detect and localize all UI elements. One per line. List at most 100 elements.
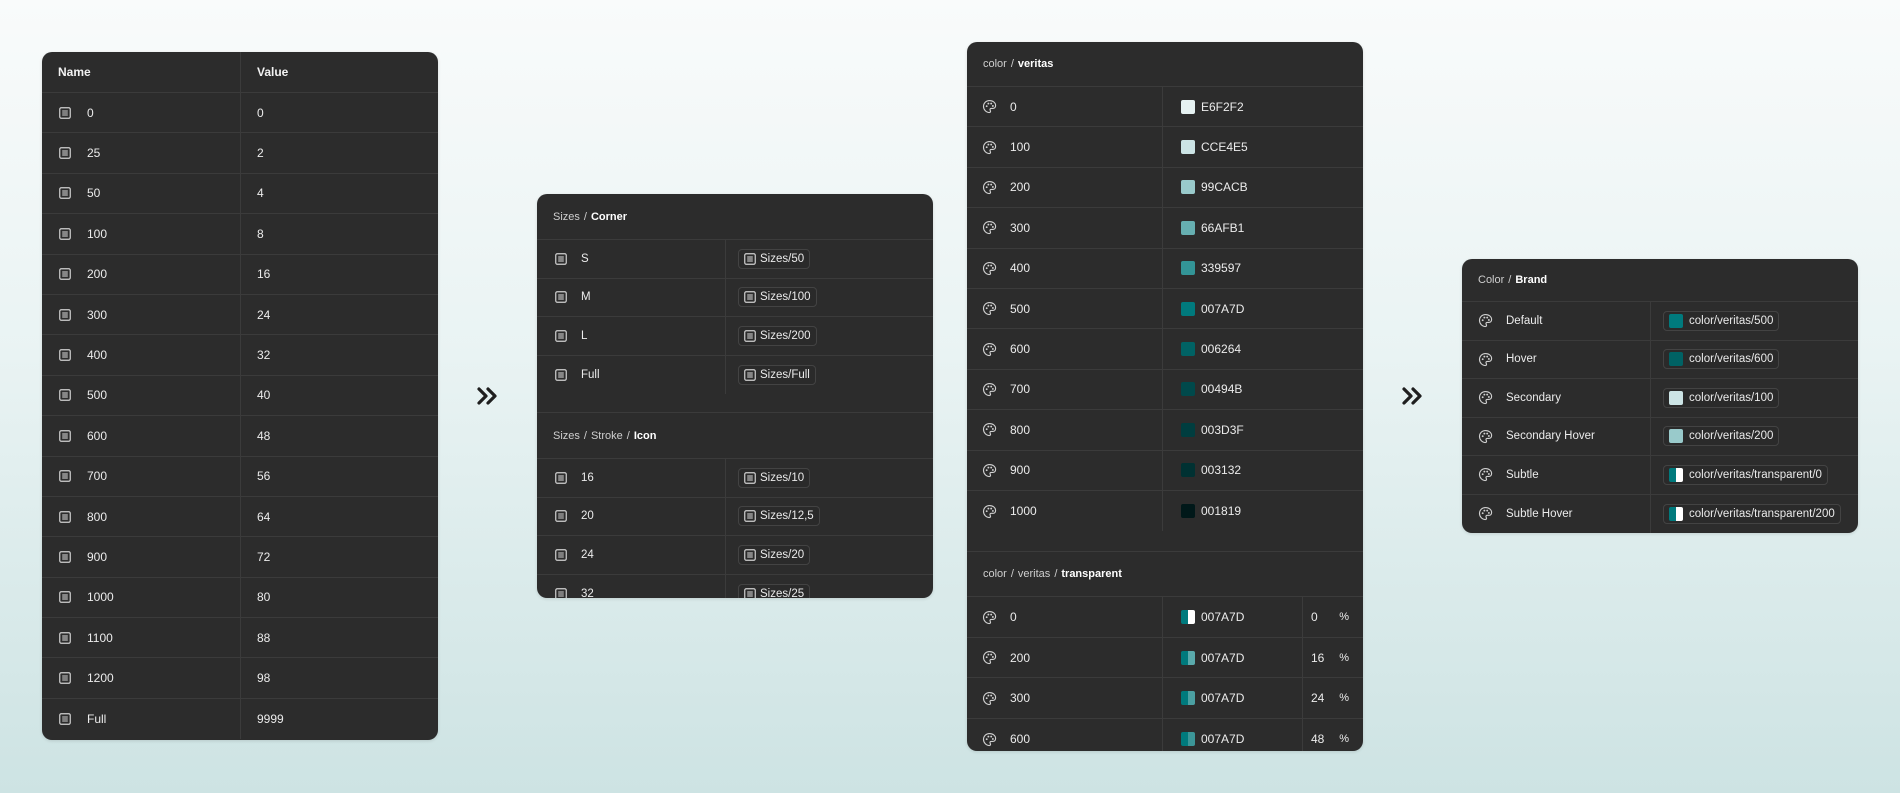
semantic-size-row[interactable]: L Sizes/200 bbox=[537, 317, 933, 356]
value-cell[interactable]: color/veritas/200 bbox=[1651, 418, 1780, 456]
value-cell[interactable]: color/veritas/500 bbox=[1651, 302, 1780, 340]
color-swatch[interactable] bbox=[1181, 504, 1195, 519]
color-variable-row[interactable]: 600 006264 bbox=[967, 329, 1363, 370]
value-cell[interactable]: Sizes/25 bbox=[726, 575, 811, 598]
value-cell[interactable]: 88 bbox=[241, 618, 270, 657]
value-cell[interactable]: 32 bbox=[241, 335, 270, 374]
color-swatch[interactable] bbox=[1669, 506, 1683, 521]
opacity-field[interactable]: 0% bbox=[1302, 597, 1363, 637]
value-cell[interactable]: 64 bbox=[241, 497, 270, 536]
opacity-field[interactable]: 24% bbox=[1302, 678, 1363, 718]
size-variable-row[interactable]: 1100 88 bbox=[42, 618, 438, 659]
value-cell[interactable]: color/veritas/100 bbox=[1651, 379, 1780, 417]
size-variable-row[interactable]: 1200 98 bbox=[42, 658, 438, 699]
alias-chip[interactable]: color/veritas/500 bbox=[1663, 310, 1780, 331]
value-cell[interactable]: 007A7D bbox=[1163, 678, 1302, 718]
value-cell[interactable]: color/veritas/transparent/200 bbox=[1651, 495, 1841, 534]
value-cell[interactable]: Sizes/12,5 bbox=[726, 498, 820, 536]
color-swatch[interactable] bbox=[1181, 422, 1195, 437]
color-swatch[interactable] bbox=[1181, 261, 1195, 276]
color-swatch[interactable] bbox=[1181, 220, 1195, 235]
semantic-size-row[interactable]: Full Sizes/Full bbox=[537, 355, 933, 395]
value-cell[interactable]: Sizes/10 bbox=[726, 459, 811, 497]
semantic-size-row[interactable]: 20 Sizes/12,5 bbox=[537, 497, 933, 536]
value-cell[interactable]: 2 bbox=[241, 133, 264, 172]
color-swatch[interactable] bbox=[1181, 99, 1195, 114]
alias-chip[interactable]: Sizes/12,5 bbox=[738, 506, 820, 527]
alias-chip[interactable]: Sizes/200 bbox=[738, 325, 817, 346]
size-variable-row[interactable]: 800 64 bbox=[42, 496, 438, 538]
alias-chip[interactable]: Sizes/Full bbox=[738, 364, 816, 385]
color-swatch[interactable] bbox=[1669, 390, 1683, 405]
value-cell[interactable]: Sizes/20 bbox=[726, 536, 811, 574]
size-variable-row[interactable]: 100 8 bbox=[42, 214, 438, 255]
color-swatch[interactable] bbox=[1669, 313, 1683, 328]
size-variable-row[interactable]: 600 48 bbox=[42, 416, 438, 457]
color-variable-row[interactable]: 1000 001819 bbox=[967, 490, 1363, 532]
value-cell[interactable]: color/veritas/transparent/0 bbox=[1651, 456, 1828, 494]
value-cell[interactable]: 001819 bbox=[1163, 491, 1241, 531]
transparent-color-row[interactable]: 300 007A7D 24% bbox=[967, 678, 1363, 719]
brand-color-row[interactable]: Subtle Hover color/veritas/transparent/20… bbox=[1462, 494, 1858, 534]
semantic-size-row[interactable]: 16 Sizes/10 bbox=[537, 459, 933, 498]
value-cell[interactable]: 72 bbox=[241, 537, 270, 576]
color-variable-row[interactable]: 0 E6F2F2 bbox=[967, 87, 1363, 128]
transparent-color-row[interactable]: 200 007A7D 16% bbox=[967, 637, 1363, 679]
value-cell[interactable]: E6F2F2 bbox=[1163, 87, 1244, 126]
color-variable-row[interactable]: 400 339597 bbox=[967, 248, 1363, 289]
color-variable-row[interactable]: 500 007A7D bbox=[967, 288, 1363, 330]
brand-color-row[interactable]: Secondary Hover color/veritas/200 bbox=[1462, 417, 1858, 456]
size-variable-row[interactable]: 200 16 bbox=[42, 254, 438, 295]
alias-chip[interactable]: Sizes/25 bbox=[738, 583, 811, 598]
color-swatch[interactable] bbox=[1181, 732, 1195, 747]
alias-chip[interactable]: Sizes/10 bbox=[738, 467, 811, 488]
color-swatch[interactable] bbox=[1669, 352, 1683, 367]
size-variable-row[interactable]: 700 56 bbox=[42, 456, 438, 497]
brand-color-row[interactable]: Default color/veritas/500 bbox=[1462, 302, 1858, 341]
alias-chip[interactable]: color/veritas/200 bbox=[1663, 426, 1780, 447]
value-cell[interactable]: 003D3F bbox=[1163, 410, 1244, 449]
value-cell[interactable]: 007A7D bbox=[1163, 597, 1302, 637]
color-swatch[interactable] bbox=[1181, 463, 1195, 478]
alias-chip[interactable]: color/veritas/600 bbox=[1663, 349, 1780, 370]
size-variable-row[interactable]: Full 9999 bbox=[42, 698, 438, 740]
value-cell[interactable]: Sizes/50 bbox=[726, 240, 811, 278]
color-variable-row[interactable]: 800 003D3F bbox=[967, 410, 1363, 451]
transparent-color-row[interactable]: 0 007A7D 0% bbox=[967, 597, 1363, 638]
value-cell[interactable]: Sizes/Full bbox=[726, 356, 816, 395]
color-swatch[interactable] bbox=[1181, 140, 1195, 155]
value-cell[interactable]: CCE4E5 bbox=[1163, 127, 1248, 166]
value-cell[interactable]: 00494B bbox=[1163, 370, 1242, 409]
size-variable-row[interactable]: 500 40 bbox=[42, 375, 438, 417]
size-variable-row[interactable]: 400 32 bbox=[42, 335, 438, 376]
color-swatch[interactable] bbox=[1181, 382, 1195, 397]
semantic-size-row[interactable]: 24 Sizes/20 bbox=[537, 536, 933, 575]
value-cell[interactable]: 56 bbox=[241, 457, 270, 496]
value-cell[interactable]: 4 bbox=[241, 174, 264, 213]
size-variable-row[interactable]: 900 72 bbox=[42, 537, 438, 578]
color-swatch[interactable] bbox=[1669, 467, 1683, 482]
value-cell[interactable]: 007A7D bbox=[1163, 289, 1244, 328]
color-swatch[interactable] bbox=[1181, 691, 1195, 706]
color-swatch[interactable] bbox=[1181, 610, 1195, 625]
color-swatch[interactable] bbox=[1181, 342, 1195, 357]
opacity-field[interactable]: 48% bbox=[1302, 718, 1363, 751]
alias-chip[interactable]: color/veritas/transparent/0 bbox=[1663, 464, 1828, 485]
value-cell[interactable]: 339597 bbox=[1163, 249, 1241, 288]
opacity-field[interactable]: 16% bbox=[1302, 637, 1363, 678]
size-variable-row[interactable]: 300 24 bbox=[42, 294, 438, 336]
color-variable-row[interactable]: 900 003132 bbox=[967, 450, 1363, 491]
value-cell[interactable]: 007A7D bbox=[1163, 638, 1302, 678]
color-swatch[interactable] bbox=[1181, 650, 1195, 665]
color-swatch[interactable] bbox=[1181, 301, 1195, 316]
brand-color-row[interactable]: Subtle color/veritas/transparent/0 bbox=[1462, 456, 1858, 495]
value-cell[interactable]: color/veritas/600 bbox=[1651, 341, 1780, 379]
size-variable-row[interactable]: 25 2 bbox=[42, 133, 438, 174]
size-variable-row[interactable]: 1000 80 bbox=[42, 577, 438, 619]
value-cell[interactable]: 8 bbox=[241, 214, 264, 253]
alias-chip[interactable]: Sizes/50 bbox=[738, 248, 811, 269]
semantic-size-row[interactable]: 32 Sizes/25 bbox=[537, 574, 933, 598]
value-cell[interactable]: 66AFB1 bbox=[1163, 208, 1244, 247]
color-variable-row[interactable]: 200 99CACB bbox=[967, 167, 1363, 209]
value-cell[interactable]: 99CACB bbox=[1163, 168, 1248, 207]
